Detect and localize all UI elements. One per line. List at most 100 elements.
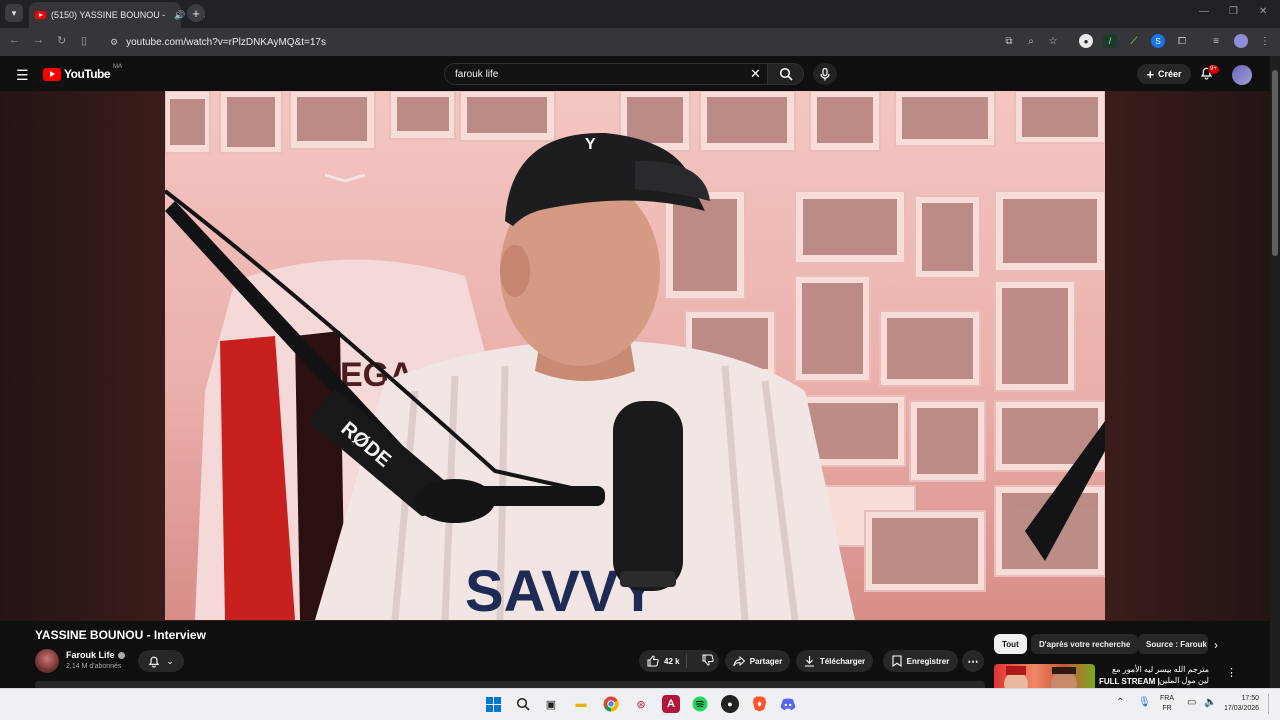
explorer-icon[interactable]: ▬ <box>572 695 590 713</box>
chrome-logo <box>603 696 619 712</box>
like-dislike-group: 42 k <box>639 650 719 672</box>
description-box[interactable] <box>35 681 985 688</box>
site-info-icon[interactable]: ⚙ <box>110 37 118 48</box>
like-icon <box>647 655 659 667</box>
forward-icon[interactable]: → <box>33 34 44 46</box>
profile-avatar[interactable] <box>1234 34 1248 48</box>
save-button[interactable]: Enregistrer <box>883 650 958 672</box>
app-icon-dark[interactable]: ● <box>721 695 739 713</box>
dislike-icon <box>702 654 714 666</box>
youtube-logo[interactable]: YouTube MA <box>43 64 123 81</box>
mic-icon <box>820 67 830 80</box>
reload-icon[interactable]: ↻ <box>57 34 66 47</box>
country-code: MA <box>113 64 123 70</box>
notification-badge: 9+ <box>1208 65 1219 74</box>
more-actions-button[interactable]: ⋯ <box>962 650 984 672</box>
audio-icon[interactable]: 🔊 <box>174 10 185 21</box>
reading-list-icon[interactable]: ≡ <box>1209 34 1223 48</box>
share-label: Partager <box>749 656 783 666</box>
extension-4-icon[interactable]: S <box>1151 34 1165 48</box>
thumbnail-art <box>1004 666 1077 688</box>
chrome-icon[interactable] <box>602 695 620 713</box>
app-icon-a[interactable]: A <box>662 695 680 713</box>
extension-1-icon[interactable]: ● <box>1079 34 1093 48</box>
video-title: YASSINE BOUNOU - Interview <box>35 628 206 642</box>
share-icon <box>733 655 745 666</box>
app-icon-red[interactable]: ⊛ <box>632 695 650 713</box>
like-count: 42 k <box>664 656 680 666</box>
back-icon[interactable]: ← <box>9 34 20 46</box>
lang-bottom: FR <box>1162 705 1172 712</box>
plus-icon: + <box>1146 66 1155 82</box>
tab-menu-icon[interactable]: ▾ <box>5 4 23 22</box>
extensions-puzzle-icon[interactable]: ⧠ <box>1175 34 1189 48</box>
discord-icon[interactable] <box>779 695 797 713</box>
like-button[interactable]: 42 k <box>647 655 680 667</box>
download-icon <box>804 656 814 667</box>
url-text: youtube.com/watch?v=rPlzDNKAyMQ&t=17s <box>126 36 326 48</box>
search-icon <box>779 67 793 81</box>
task-view-icon[interactable]: ▣ <box>542 695 560 713</box>
spotify-logo <box>692 696 708 712</box>
windows-logo <box>485 696 501 712</box>
extension-3-icon[interactable]: ⟋ <box>1127 34 1141 48</box>
channel-name[interactable]: Farouk Life <box>66 650 115 660</box>
extension-2-icon[interactable]: / <box>1103 34 1117 48</box>
browser-menu-icon[interactable]: ⋮ <box>1258 34 1272 48</box>
create-label: Créer <box>1158 69 1182 79</box>
brave-logo <box>752 696 766 712</box>
more-vert-icon[interactable]: ⋮ <box>1226 666 1237 679</box>
new-tab-button[interactable]: + <box>187 4 205 22</box>
tab-title: (5150) YASSINE BOUNOU - <box>51 10 166 20</box>
browser-tab[interactable]: (5150) YASSINE BOUNOU - 🔊 ✕ <box>29 2 206 28</box>
date: 17/03/2026 <box>1224 705 1260 712</box>
chip-related[interactable]: D'après votre recherche <box>1031 634 1139 654</box>
close-window-button[interactable]: ✕ <box>1259 6 1267 17</box>
network-icon[interactable]: ▭ <box>1187 697 1196 708</box>
subscriber-count: 2,14 M d'abonnés <box>66 663 122 670</box>
time: 17:50 <box>1241 695 1260 702</box>
search-button[interactable] <box>767 63 804 85</box>
address-bar[interactable]: ⚙ youtube.com/watch?v=rPlzDNKAyMQ&t=17s <box>102 32 992 52</box>
windows-icon[interactable] <box>484 695 502 713</box>
show-desktop-button[interactable] <box>1268 694 1272 714</box>
clear-search-icon[interactable]: ✕ <box>750 66 761 82</box>
dislike-button[interactable] <box>702 654 714 668</box>
sidebar-icon[interactable]: ▯ <box>81 34 87 47</box>
spotify-icon[interactable] <box>691 695 709 713</box>
voice-search-button[interactable] <box>813 63 837 85</box>
star-icon[interactable]: ☆ <box>1046 34 1060 48</box>
tray-overflow-icon[interactable]: ⌃ <box>1116 697 1124 708</box>
youtube-logo-text: YouTube <box>64 67 111 81</box>
input-language[interactable]: FRA FR <box>1160 694 1174 714</box>
subscription-button[interactable]: ⌄ <box>138 650 184 672</box>
volume-icon[interactable]: 🔈 <box>1204 697 1216 708</box>
chip-source[interactable]: Source : Farouk <box>1138 634 1208 654</box>
chip-all[interactable]: Tout <box>994 634 1027 654</box>
scrollbar-thumb[interactable] <box>1272 70 1278 256</box>
share-button[interactable]: Partager <box>725 650 790 672</box>
clock[interactable]: 17:50 17/03/2026 <box>1224 694 1259 714</box>
save-label: Enregistrer <box>906 656 950 666</box>
video-player[interactable]: EGA SAVVY Y RØDE <box>165 91 1105 620</box>
magnifier-shape <box>516 697 530 711</box>
brave-icon[interactable] <box>750 695 768 713</box>
like-separator <box>686 654 687 668</box>
bell-icon <box>148 656 160 667</box>
install-icon[interactable]: ⧉ <box>1002 34 1016 48</box>
recommended-video-thumbnail[interactable] <box>994 664 1095 688</box>
youtube-favicon <box>35 11 46 19</box>
channel-avatar[interactable] <box>35 649 59 673</box>
more-icon: ⋯ <box>967 655 979 668</box>
zoom-icon[interactable]: ⌕ <box>1024 34 1038 48</box>
maximize-button[interactable]: ❐ <box>1229 6 1238 17</box>
chevron-right-icon[interactable]: › <box>1214 638 1218 652</box>
search-taskbar-icon[interactable] <box>514 695 532 713</box>
mic-tray-icon[interactable]: 🎙 <box>1138 697 1151 708</box>
menu-icon[interactable]: ☰ <box>16 67 29 84</box>
create-button[interactable]: + Créer <box>1137 64 1191 84</box>
account-avatar[interactable] <box>1232 65 1252 85</box>
search-input[interactable]: farouk life <box>444 63 768 85</box>
minimize-button[interactable]: — <box>1199 6 1209 17</box>
download-button[interactable]: Télécharger <box>796 650 873 672</box>
